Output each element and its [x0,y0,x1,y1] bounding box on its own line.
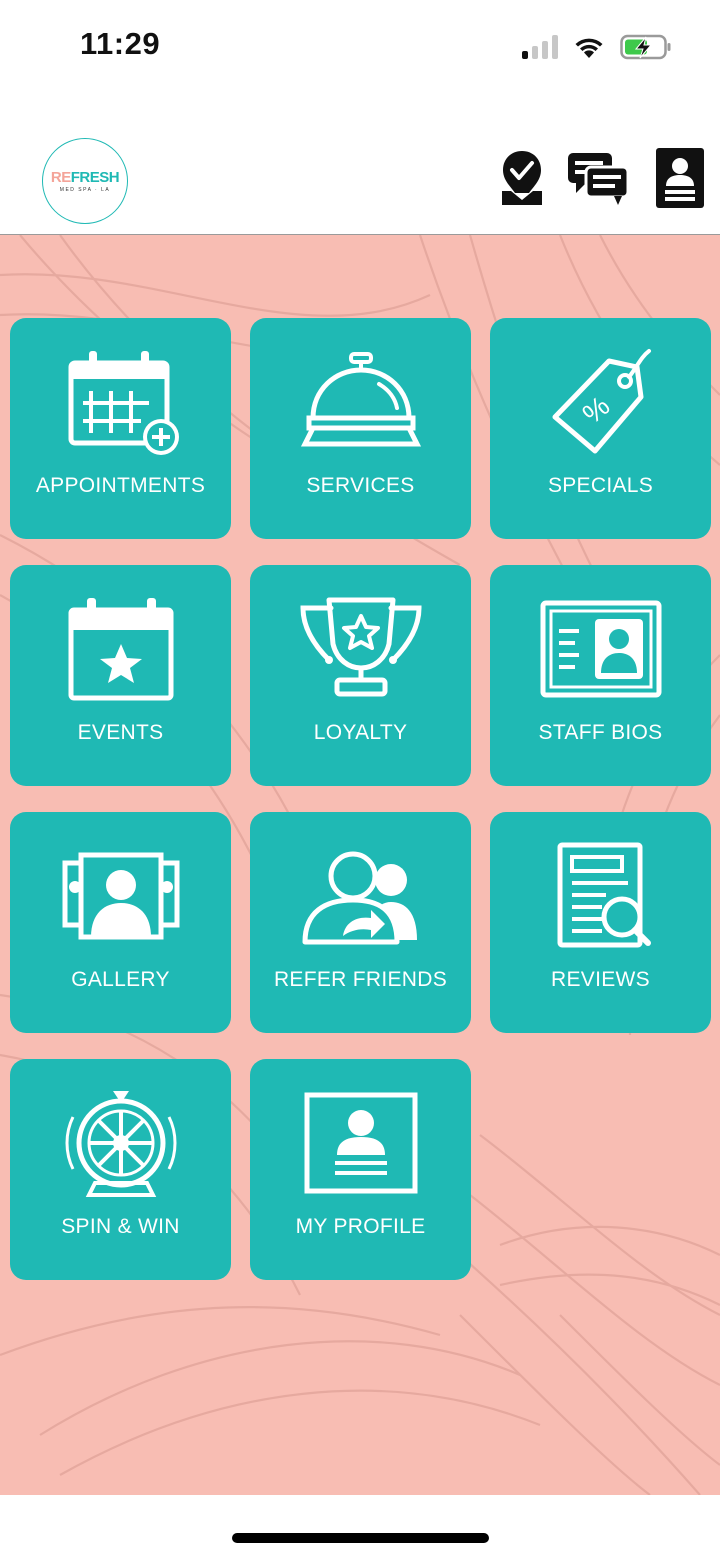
menu-tile-reviews[interactable]: REVIEWS [490,812,711,1033]
app-header: REFRESH MED SPA · LA [0,96,720,235]
cellular-signal-icon [522,35,558,59]
menu-tile-specials[interactable]: % SPECIALS [490,318,711,539]
calendar-star-icon [68,598,173,701]
menu-tile-gallery[interactable]: GALLERY [10,812,231,1033]
menu-tile-spin-and-win[interactable]: SPIN & WIN [10,1059,231,1280]
calendar-add-icon [68,351,179,455]
checkin-button[interactable] [498,146,546,210]
menu-tile-appointments[interactable]: APPOINTMENTS [10,318,231,539]
status-icons [522,32,672,62]
home-indicator[interactable] [232,1533,489,1543]
menu-tile-label: STAFF BIOS [538,721,663,744]
logo-tagline: MED SPA · LA [59,187,111,193]
photo-gallery-icon [62,852,179,940]
profile-frame-icon [304,1092,417,1194]
menu-tile-events[interactable]: EVENTS [10,565,231,786]
refer-users-icon [302,851,417,945]
checkin-badge-icon [502,151,542,205]
menu-tile-loyalty[interactable]: LOYALTY [250,565,471,786]
menu-tile-label: REVIEWS [551,968,650,991]
menu-tile-label: MY PROFILE [295,1215,426,1238]
messages-icon [568,153,630,205]
menu-tile-services[interactable]: SERVICES [250,318,471,539]
menu-tile-label: SERVICES [306,474,415,497]
menu-tile-label: APPOINTMENTS [35,474,206,497]
home-indicator-area [0,1495,720,1558]
service-bell-icon [300,352,421,447]
menu-tile-label: REFER FRIENDS [273,968,448,991]
wifi-icon [575,38,603,58]
contact-card-icon [656,148,704,208]
menu-tile-label: LOYALTY [313,721,408,744]
menu-tile-label: SPECIALS [547,474,654,497]
svg-text:%: % [576,390,615,430]
menu-tile-my-profile[interactable]: MY PROFILE [250,1059,471,1280]
menu-tile-refer-friends[interactable]: REFER FRIENDS [250,812,471,1033]
trophy-icon [299,597,422,697]
prize-wheel-icon [65,1091,176,1197]
logo-wordmark: REFRESH [50,169,120,186]
contact-button[interactable] [654,146,706,210]
messages-button[interactable] [566,146,630,210]
review-document-icon [557,842,651,948]
main-menu-area: APPOINTMENTS SERVICES % SPECIALS EVENTS … [0,235,720,1495]
menu-tile-label: EVENTS [77,721,164,744]
menu-tile-staff-bios[interactable]: STAFF BIOS [490,565,711,786]
brand-logo[interactable]: REFRESH MED SPA · LA [42,138,128,224]
menu-tile-label: GALLERY [71,968,170,991]
menu-tile-label: SPIN & WIN [61,1215,180,1238]
id-card-icon [540,600,661,698]
status-time: 11:29 [80,26,161,61]
battery-charging-icon [620,34,671,60]
status-bar: 11:29 [0,0,720,96]
discount-tag-icon: % [552,349,651,454]
